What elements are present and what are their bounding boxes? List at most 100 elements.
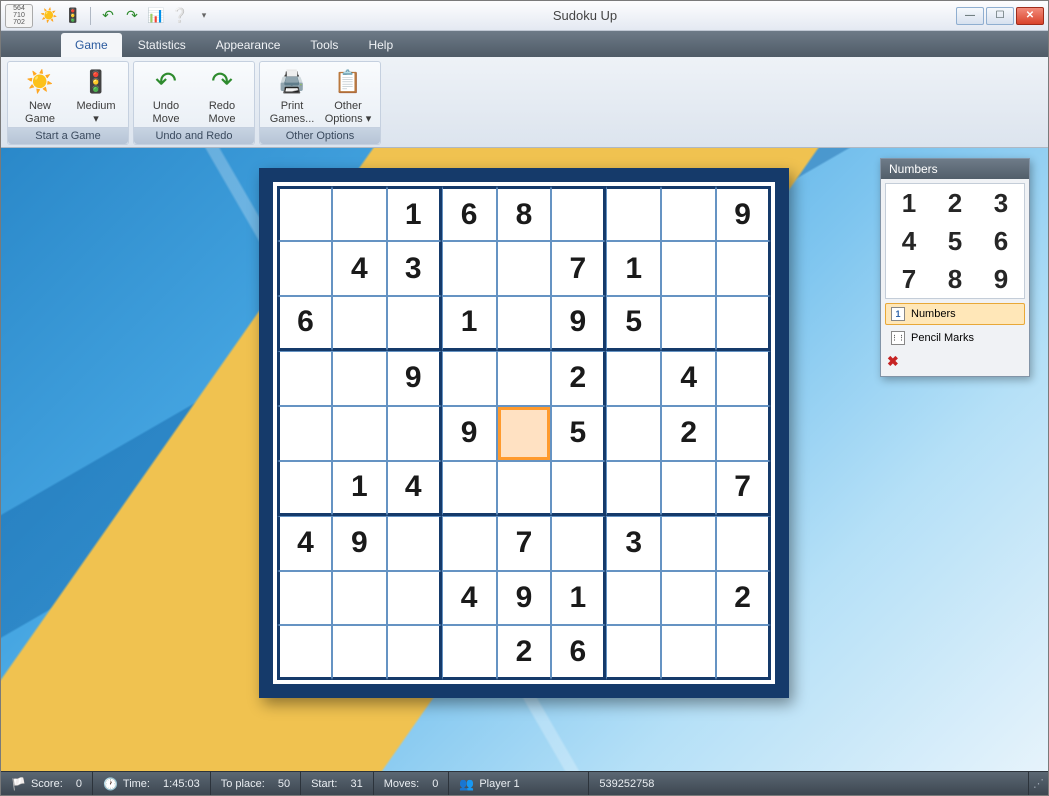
tab-tools[interactable]: Tools xyxy=(296,33,352,57)
cell-r8-c4[interactable]: 2 xyxy=(497,625,552,680)
ribbon-btn-print-games-[interactable]: 🖨️PrintGames... xyxy=(264,64,320,127)
cell-r2-c0[interactable]: 6 xyxy=(277,296,332,351)
cell-r7-c4[interactable]: 9 xyxy=(497,571,552,626)
palette-close-icon[interactable]: ✖ xyxy=(887,353,1023,370)
cell-r5-c3[interactable] xyxy=(442,461,497,516)
numpick-1[interactable]: 1 xyxy=(886,184,932,222)
cell-r2-c6[interactable]: 5 xyxy=(606,296,661,351)
cell-r6-c2[interactable] xyxy=(387,516,442,571)
cell-r4-c5[interactable]: 5 xyxy=(551,406,606,461)
cell-r0-c2[interactable]: 1 xyxy=(387,186,442,241)
cell-r4-c6[interactable] xyxy=(606,406,661,461)
cell-r0-c8[interactable]: 9 xyxy=(716,186,771,241)
numpick-9[interactable]: 9 xyxy=(978,260,1024,298)
tab-game[interactable]: Game xyxy=(61,33,122,57)
cell-r3-c3[interactable] xyxy=(442,351,497,406)
cell-r7-c2[interactable] xyxy=(387,571,442,626)
cell-r8-c7[interactable] xyxy=(661,625,716,680)
cell-r1-c1[interactable]: 4 xyxy=(332,241,387,296)
cell-r7-c5[interactable]: 1 xyxy=(551,571,606,626)
qat-stats-icon[interactable]: 📊 xyxy=(146,6,166,26)
cell-r7-c8[interactable]: 2 xyxy=(716,571,771,626)
qat-difficulty-icon[interactable]: 🚦 xyxy=(63,6,83,26)
cell-r0-c4[interactable]: 8 xyxy=(497,186,552,241)
tab-statistics[interactable]: Statistics xyxy=(124,33,200,57)
qat-redo-icon[interactable]: ↷ xyxy=(122,6,142,26)
cell-r1-c8[interactable] xyxy=(716,241,771,296)
cell-r6-c3[interactable] xyxy=(442,516,497,571)
cell-r1-c5[interactable]: 7 xyxy=(551,241,606,296)
cell-r8-c6[interactable] xyxy=(606,625,661,680)
cell-r5-c8[interactable]: 7 xyxy=(716,461,771,516)
cell-r0-c7[interactable] xyxy=(661,186,716,241)
qat-customize-icon[interactable]: ▾ xyxy=(194,6,214,26)
cell-r6-c5[interactable] xyxy=(551,516,606,571)
minimize-button[interactable]: — xyxy=(956,7,984,25)
qat-new-game-icon[interactable]: ☀️ xyxy=(39,6,59,26)
cell-r3-c2[interactable]: 9 xyxy=(387,351,442,406)
cell-r4-c7[interactable]: 2 xyxy=(661,406,716,461)
cell-r1-c0[interactable] xyxy=(277,241,332,296)
app-icon[interactable]: 564710702 xyxy=(5,4,33,28)
cell-r2-c2[interactable] xyxy=(387,296,442,351)
cell-r2-c7[interactable] xyxy=(661,296,716,351)
numpick-6[interactable]: 6 xyxy=(978,222,1024,260)
cell-r1-c4[interactable] xyxy=(497,241,552,296)
cell-r8-c8[interactable] xyxy=(716,625,771,680)
cell-r3-c6[interactable] xyxy=(606,351,661,406)
ribbon-btn-medium-[interactable]: 🚦Medium ▾ xyxy=(68,64,124,127)
cell-r3-c7[interactable]: 4 xyxy=(661,351,716,406)
cell-r4-c2[interactable] xyxy=(387,406,442,461)
numpick-3[interactable]: 3 xyxy=(978,184,1024,222)
cell-r0-c6[interactable] xyxy=(606,186,661,241)
cell-r0-c5[interactable] xyxy=(551,186,606,241)
cell-r6-c8[interactable] xyxy=(716,516,771,571)
cell-r8-c3[interactable] xyxy=(442,625,497,680)
cell-r8-c0[interactable] xyxy=(277,625,332,680)
numpick-4[interactable]: 4 xyxy=(886,222,932,260)
cell-r7-c7[interactable] xyxy=(661,571,716,626)
cell-r6-c1[interactable]: 9 xyxy=(332,516,387,571)
cell-r2-c1[interactable] xyxy=(332,296,387,351)
numpick-2[interactable]: 2 xyxy=(932,184,978,222)
ribbon-btn-other-options[interactable]: 📋OtherOptions ▾ xyxy=(320,64,376,127)
cell-r5-c5[interactable] xyxy=(551,461,606,516)
cell-r3-c0[interactable] xyxy=(277,351,332,406)
cell-r5-c6[interactable] xyxy=(606,461,661,516)
mode-numbers-button[interactable]: 1 Numbers xyxy=(885,303,1025,325)
cell-r8-c2[interactable] xyxy=(387,625,442,680)
cell-r0-c1[interactable] xyxy=(332,186,387,241)
ribbon-btn-undo-move[interactable]: ↶UndoMove xyxy=(138,64,194,127)
cell-r5-c2[interactable]: 4 xyxy=(387,461,442,516)
cell-r6-c7[interactable] xyxy=(661,516,716,571)
cell-r7-c0[interactable] xyxy=(277,571,332,626)
cell-r6-c0[interactable]: 4 xyxy=(277,516,332,571)
cell-r4-c3[interactable]: 9 xyxy=(442,406,497,461)
cell-r2-c4[interactable] xyxy=(497,296,552,351)
qat-undo-icon[interactable]: ↶ xyxy=(98,6,118,26)
ribbon-btn-redo-move[interactable]: ↷RedoMove xyxy=(194,64,250,127)
cell-r4-c4[interactable] xyxy=(497,406,552,461)
cell-r8-c1[interactable] xyxy=(332,625,387,680)
cell-r8-c5[interactable]: 6 xyxy=(551,625,606,680)
cell-r5-c4[interactable] xyxy=(497,461,552,516)
qat-help-icon[interactable]: ❔ xyxy=(170,6,190,26)
cell-r2-c3[interactable]: 1 xyxy=(442,296,497,351)
cell-r3-c8[interactable] xyxy=(716,351,771,406)
cell-r0-c3[interactable]: 6 xyxy=(442,186,497,241)
tab-help[interactable]: Help xyxy=(354,33,407,57)
cell-r4-c8[interactable] xyxy=(716,406,771,461)
cell-r2-c8[interactable] xyxy=(716,296,771,351)
cell-r3-c1[interactable] xyxy=(332,351,387,406)
numpick-5[interactable]: 5 xyxy=(932,222,978,260)
cell-r6-c4[interactable]: 7 xyxy=(497,516,552,571)
numpick-7[interactable]: 7 xyxy=(886,260,932,298)
cell-r1-c3[interactable] xyxy=(442,241,497,296)
cell-r3-c4[interactable] xyxy=(497,351,552,406)
cell-r4-c1[interactable] xyxy=(332,406,387,461)
cell-r5-c0[interactable] xyxy=(277,461,332,516)
cell-r1-c7[interactable] xyxy=(661,241,716,296)
cell-r5-c7[interactable] xyxy=(661,461,716,516)
mode-pencil-button[interactable]: ⋮⋮ Pencil Marks xyxy=(885,327,1025,349)
cell-r1-c2[interactable]: 3 xyxy=(387,241,442,296)
